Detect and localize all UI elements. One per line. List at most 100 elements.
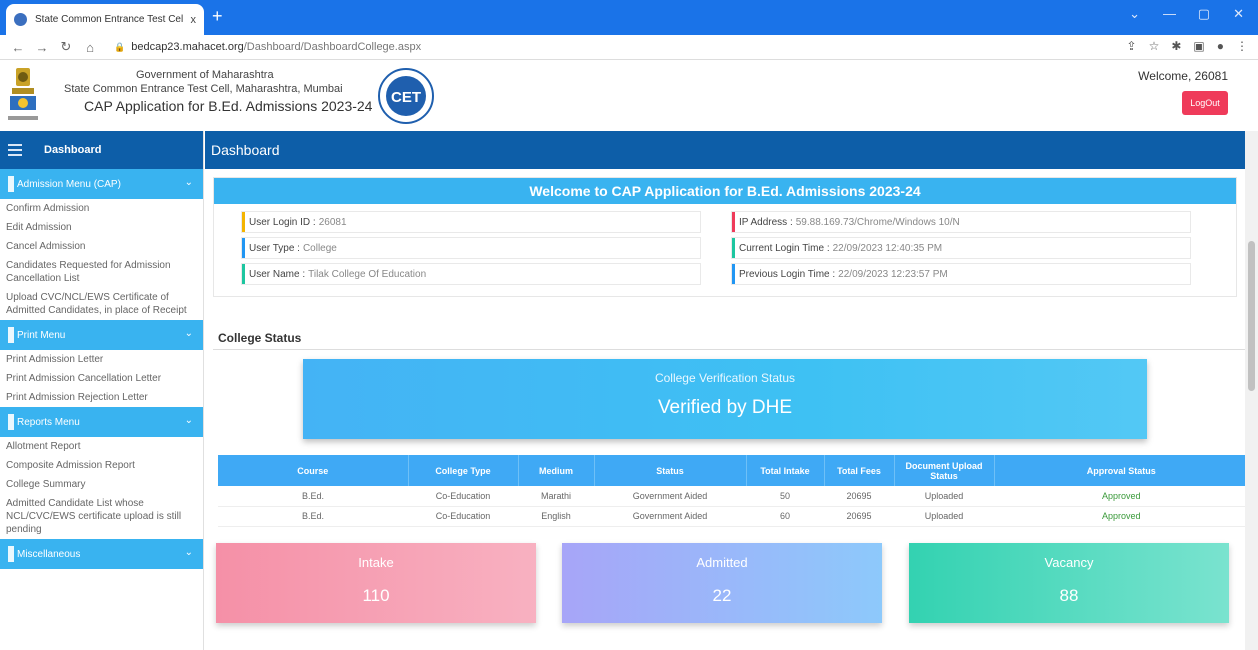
address-bar: ← → ↻ ⌂ 🔒 bedcap23.mahacet.org/Dashboard… (0, 35, 1258, 60)
chevron-down-icon: ⌄ (184, 177, 193, 188)
hamburger-menu-icon[interactable] (8, 141, 22, 159)
sidebar-menu-reports[interactable]: Reports Menu ⌄ (0, 407, 203, 437)
vacancy-label: Vacancy (1044, 555, 1094, 570)
sidebar-item-upload-certificate[interactable]: Upload CVC/NCL/EWS Certificate of Admitt… (0, 288, 203, 320)
verification-value: Verified by DHE (657, 397, 793, 418)
sidebar-menu-miscellaneous[interactable]: Miscellaneous ⌄ (0, 539, 203, 569)
cell-total-fees: 20695 (824, 506, 894, 527)
cell-course: B.Ed. (218, 506, 408, 527)
sidebar-item-composite-report[interactable]: Composite Admission Report (0, 456, 203, 475)
welcome-banner: Welcome to CAP Application for B.Ed. Adm… (214, 178, 1236, 204)
column-header: Document Upload Status (894, 455, 995, 486)
sidebar-item-pending-certificates[interactable]: Admitted Candidate List whose NCL/CVC/EW… (0, 494, 203, 539)
vacancy-card: Vacancy 88 (909, 543, 1229, 623)
browser-menu-icon[interactable]: ⋮ (1236, 39, 1248, 53)
sidebar-item-print-admission-letter[interactable]: Print Admission Letter (0, 350, 203, 369)
college-status-heading: College Status (218, 331, 302, 345)
vacancy-value: 88 (1059, 586, 1079, 605)
column-header: Medium (518, 455, 595, 486)
column-header: Status (594, 455, 747, 486)
reload-icon[interactable]: ↻ (56, 39, 76, 55)
bookmark-star-icon[interactable]: ☆ (1149, 39, 1160, 53)
courses-table: Course College Type Medium Status Total … (218, 455, 1249, 527)
sidebar-dashboard[interactable]: Dashboard (0, 131, 203, 169)
column-header: Total Intake (746, 455, 825, 486)
share-icon[interactable]: ⇪ (1127, 39, 1137, 53)
cell-total-intake: 50 (746, 486, 824, 507)
info-current-login: Current Login Time :22/09/2023 12:40:35 … (731, 237, 1191, 259)
sidebar-menu-label: Admission Menu (CAP) (17, 178, 121, 190)
verification-title: College Verification Status (654, 371, 796, 385)
admitted-card: Admitted 22 (562, 543, 882, 623)
maximize-icon[interactable]: ▢ (1198, 6, 1210, 22)
sidebar-menu-label: Miscellaneous (17, 548, 81, 560)
welcome-panel: Welcome to CAP Application for B.Ed. Adm… (213, 177, 1237, 297)
chevron-down-icon: ⌄ (184, 328, 193, 339)
admitted-value: 22 (712, 586, 732, 605)
column-header: College Type (408, 455, 519, 486)
browser-tab[interactable]: State Common Entrance Test Cel x (6, 4, 204, 35)
window-close-icon[interactable]: ✕ (1233, 6, 1244, 22)
page-title: Dashboard (205, 131, 1245, 169)
cell-title: State Common Entrance Test Cell, Maharas… (64, 83, 343, 95)
profile-avatar-icon[interactable]: ● (1217, 39, 1224, 53)
tab-search-icon[interactable]: ⌄ (1129, 6, 1140, 22)
new-tab-button[interactable]: + (212, 6, 223, 26)
minimize-icon[interactable]: — (1163, 6, 1176, 21)
table-row: B.Ed. Co-Education Marathi Government Ai… (218, 486, 1249, 507)
sidebar-item-cancel-admission[interactable]: Cancel Admission (0, 237, 203, 256)
tab-close-icon[interactable]: x (191, 14, 197, 26)
cell-college-type: Co-Education (408, 506, 518, 527)
sidebar-menu-admission[interactable]: Admission Menu (CAP) ⌄ (0, 169, 203, 199)
url-field[interactable]: 🔒 bedcap23.mahacet.org/Dashboard/Dashboa… (114, 41, 421, 53)
cell-document-status: Uploaded (894, 486, 994, 507)
intake-card: Intake 110 (216, 543, 536, 623)
cell-approval-status: Approved (994, 486, 1249, 507)
divider (213, 349, 1249, 350)
info-user-name: User Name : Tilak College Of Education (241, 263, 701, 285)
column-header: Course (218, 455, 409, 486)
cell-college-type: Co-Education (408, 486, 518, 507)
url-host: bedcap23.mahacet.org (131, 41, 244, 53)
sidebar-item-edit-admission[interactable]: Edit Admission (0, 218, 203, 237)
info-previous-login: Previous Login Time :22/09/2023 12:23:57… (731, 263, 1191, 285)
info-ip-address: IP Address :59.88.169.73/Chrome/Windows … (731, 211, 1191, 233)
sidebar: Dashboard Admission Menu (CAP) ⌄ Confirm… (0, 131, 204, 650)
admitted-label: Admitted (696, 555, 748, 570)
extensions-icon[interactable]: ✱ (1171, 39, 1181, 53)
cell-medium: Marathi (518, 486, 594, 507)
chevron-down-icon: ⌄ (184, 547, 193, 558)
sidebar-item-print-rejection-letter[interactable]: Print Admission Rejection Letter (0, 388, 203, 407)
logout-button[interactable]: LogOut (1182, 91, 1228, 115)
url-path: /Dashboard/DashboardCollege.aspx (243, 41, 422, 53)
home-icon[interactable]: ⌂ (80, 40, 100, 55)
info-user-type: User Type : College (241, 237, 701, 259)
app-title: CAP Application for B.Ed. Admissions 202… (84, 98, 373, 114)
lock-icon: 🔒 (114, 41, 126, 52)
welcome-text: Welcome, 26081 (1138, 69, 1228, 83)
scrollbar-thumb[interactable] (1248, 241, 1255, 391)
cet-logo-text: CET (391, 89, 421, 106)
sidebar-item-allotment-report[interactable]: Allotment Report (0, 437, 203, 456)
browser-tab-bar: State Common Entrance Test Cel x + ⌄ — ▢… (0, 0, 1258, 35)
sidebar-item-confirm-admission[interactable]: Confirm Admission (0, 199, 203, 218)
info-login-id: User Login ID :26081 (241, 211, 701, 233)
sidebar-menu-print[interactable]: Print Menu ⌄ (0, 320, 203, 350)
cell-course: B.Ed. (218, 486, 408, 507)
sidebar-menu-label: Print Menu (17, 329, 66, 341)
cell-document-status: Uploaded (894, 506, 994, 527)
table-row: B.Ed. Co-Education English Government Ai… (218, 506, 1249, 527)
forward-icon[interactable]: → (32, 40, 52, 55)
sidepanel-icon[interactable]: ▣ (1193, 39, 1204, 53)
back-icon[interactable]: ← (8, 40, 28, 55)
sidebar-item-print-cancellation-letter[interactable]: Print Admission Cancellation Letter (0, 369, 203, 388)
sidebar-item-college-summary[interactable]: College Summary (0, 475, 203, 494)
cell-status: Government Aided (594, 486, 746, 507)
column-header: Approval Status (994, 455, 1249, 486)
tab-title: State Common Entrance Test Cel (35, 14, 184, 25)
page-scrollbar[interactable] (1245, 131, 1258, 650)
main-content: Dashboard Welcome to CAP Application for… (205, 131, 1249, 650)
sidebar-item-cancellation-requests[interactable]: Candidates Requested for Admission Cance… (0, 256, 203, 288)
govt-title: Government of Maharashtra (136, 69, 274, 81)
verification-status-card: College Verification Status Verified by … (303, 359, 1147, 439)
